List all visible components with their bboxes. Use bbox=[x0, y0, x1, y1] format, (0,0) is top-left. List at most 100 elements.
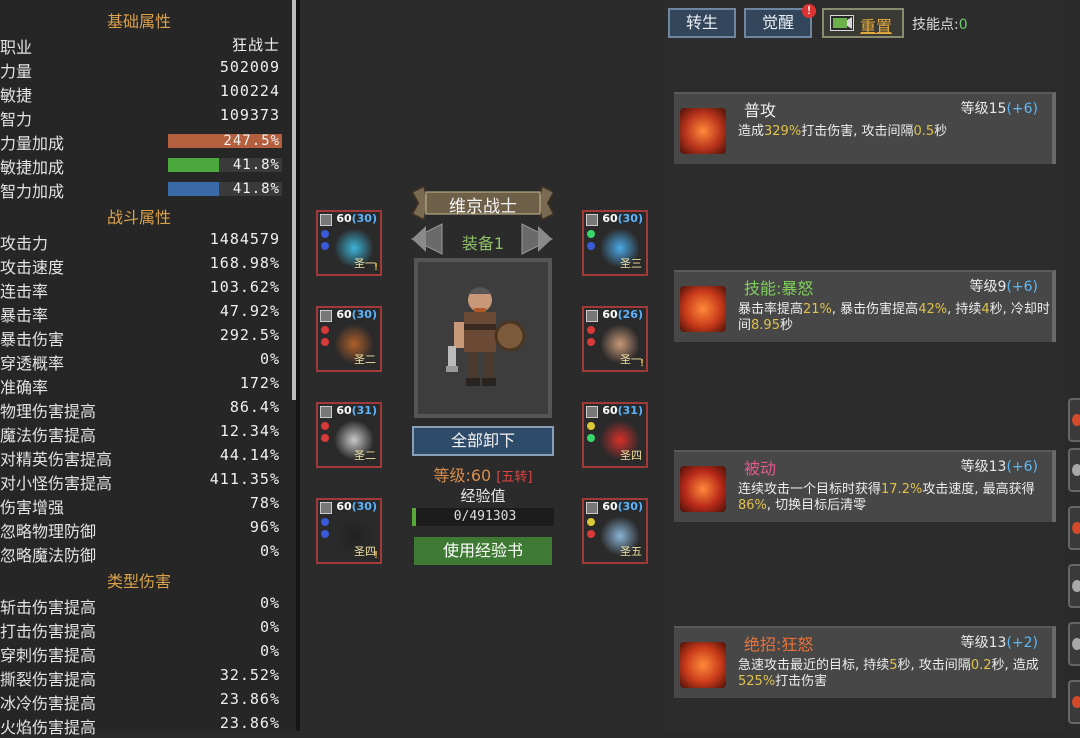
attribute-value: 0% bbox=[259, 642, 280, 660]
skill-icon bbox=[680, 108, 726, 154]
skill-points-value: 0 bbox=[958, 17, 968, 33]
equipment-slot[interactable]: 60(30) 圣四! bbox=[316, 498, 382, 564]
equipment-slot[interactable]: 60(30) 圣一! bbox=[316, 210, 382, 276]
attribute-label: 魔法伤害提高 bbox=[0, 426, 97, 445]
skill-icon bbox=[680, 286, 726, 332]
attribute-label: 对小怪伤害提高 bbox=[0, 474, 113, 493]
lock-icon bbox=[586, 310, 598, 322]
attribute-value: 0% bbox=[259, 594, 280, 612]
side-tab-5[interactable] bbox=[1068, 622, 1080, 666]
equip-set-label: 装备1 bbox=[461, 234, 505, 253]
battle-attributes-title: 战斗属性 bbox=[106, 208, 171, 227]
gem-icon bbox=[321, 518, 329, 526]
attribute-value: 100224 bbox=[219, 82, 280, 100]
slot-level: 60(31) bbox=[602, 404, 643, 417]
attribute-row: 穿刺伤害提高 0% bbox=[0, 640, 282, 665]
class-name: 维京战士 bbox=[449, 197, 517, 217]
skill-description: 暴击率提高21%, 暴击伤害提高42%, 持续4秒, 冷却时间8.95秒 bbox=[738, 302, 1050, 333]
attribute-value: 32.52% bbox=[219, 666, 280, 684]
side-tab-3[interactable] bbox=[1068, 506, 1080, 550]
attribute-value: 411.35% bbox=[209, 470, 280, 488]
character-portrait bbox=[414, 258, 552, 418]
attribute-label: 伤害增强 bbox=[0, 498, 65, 517]
slot-level: 60(30) bbox=[336, 500, 377, 513]
attribute-row: 伤害增强 78% bbox=[0, 492, 282, 517]
side-tab-2[interactable] bbox=[1068, 448, 1080, 492]
attribute-row: 忽略物理防御 96% bbox=[0, 516, 282, 541]
slot-level: 60(30) bbox=[336, 308, 377, 321]
slot-grade: 圣三 bbox=[620, 257, 642, 270]
prev-set-arrow-icon[interactable] bbox=[408, 222, 446, 256]
lock-icon bbox=[586, 502, 598, 514]
side-tab-6[interactable] bbox=[1068, 680, 1080, 724]
viking-warrior-icon bbox=[418, 262, 548, 414]
equipment-slot[interactable]: 60(31) 圣二 bbox=[316, 402, 382, 468]
equipment-slot[interactable]: 60(30) 圣五 bbox=[582, 498, 648, 564]
attribute-label: 暴击率 bbox=[0, 306, 49, 325]
skill-description: 急速攻击最近的目标, 持续5秒, 攻击间隔0.2秒, 造成525%打击伤害 bbox=[738, 658, 1039, 689]
attribute-label: 敏捷 bbox=[0, 86, 33, 105]
skill-name: 绝招:狂怒 bbox=[744, 635, 814, 654]
attribute-value: 23.86% bbox=[219, 714, 280, 732]
attribute-row: 准确率 172% bbox=[0, 372, 282, 397]
next-set-arrow-icon[interactable] bbox=[518, 222, 556, 256]
attribute-value: 0% bbox=[259, 618, 280, 636]
rebirth-button[interactable]: 转生 bbox=[668, 8, 736, 38]
skill-card[interactable]: 绝招:狂怒 等级13(+2) 急速攻击最近的目标, 持续5秒, 攻击间隔0.2秒, … bbox=[674, 626, 1056, 698]
attribute-value: 1484579 bbox=[209, 230, 280, 248]
attribute-row: 穿透概率 0% bbox=[0, 348, 282, 373]
attribute-row: 对精英伤害提高 44.14% bbox=[0, 444, 282, 469]
attribute-row: 撕裂伤害提高 32.52% bbox=[0, 664, 282, 689]
attribute-value: 172% bbox=[239, 374, 280, 392]
attribute-label: 物理伤害提高 bbox=[0, 402, 97, 421]
attribute-label: 火焰伤害提高 bbox=[0, 718, 97, 737]
attribute-row: 火焰伤害提高 23.86% bbox=[0, 712, 282, 737]
warning-icon: ! bbox=[372, 550, 379, 561]
attribute-value: 86.4% bbox=[229, 398, 280, 416]
bonus-bar: 41.8% bbox=[168, 181, 282, 197]
skill-name: 普攻 bbox=[744, 101, 777, 120]
unequip-all-button[interactable]: 全部卸下 bbox=[412, 426, 554, 456]
attribute-value: 0% bbox=[259, 542, 280, 560]
attribute-label: 撕裂伤害提高 bbox=[0, 670, 97, 689]
slot-grade: 圣二 bbox=[354, 353, 376, 366]
use-exp-book-button[interactable]: 使用经验书 bbox=[414, 537, 552, 565]
equipment-slot[interactable]: 60(30) 圣三 bbox=[582, 210, 648, 276]
lock-icon bbox=[320, 502, 332, 514]
skill-level: 等级13(+6) bbox=[960, 459, 1038, 475]
attribute-row: 敏捷 100224 bbox=[0, 80, 282, 105]
attribute-row: 暴击伤害 292.5% bbox=[0, 324, 282, 349]
equipment-slot[interactable]: 60(31) 圣四 bbox=[582, 402, 648, 468]
attribute-label: 职业 bbox=[0, 38, 33, 57]
skill-description: 连续攻击一个目标时获得17.2%攻击速度, 最高获得86%, 切换目标后清零 bbox=[738, 482, 1035, 513]
type-damage-title: 类型伤害 bbox=[106, 572, 171, 591]
slot-level: 60(31) bbox=[336, 404, 377, 417]
exp-label: 经验值 bbox=[460, 487, 506, 505]
equipment-slot[interactable]: 60(30) 圣二 bbox=[316, 306, 382, 372]
attribute-label: 忽略魔法防御 bbox=[0, 546, 97, 565]
skill-card[interactable]: 技能:暴怒 等级9(+6) 暴击率提高21%, 暴击伤害提高42%, 持续4秒, 冷… bbox=[674, 270, 1056, 342]
attribute-row: 连击率 103.62% bbox=[0, 276, 282, 301]
reset-button[interactable]: 重置 bbox=[822, 8, 904, 38]
skill-card[interactable]: 被动 等级13(+6) 连续攻击一个目标时获得17.2%攻击速度, 最高获得86%,… bbox=[674, 450, 1056, 522]
side-tab-1[interactable] bbox=[1068, 398, 1080, 442]
attribute-row: 敏捷加成 41.8% bbox=[0, 152, 282, 177]
side-tab-4[interactable] bbox=[1068, 564, 1080, 608]
lock-icon bbox=[320, 310, 332, 322]
attribute-row: 冰冷伤害提高 23.86% bbox=[0, 688, 282, 713]
attribute-label: 穿刺伤害提高 bbox=[0, 646, 97, 665]
lock-icon bbox=[320, 214, 332, 226]
bonus-value: 247.5% bbox=[223, 133, 280, 149]
skill-card[interactable]: 普攻 等级15(+6) 造成329%打击伤害, 攻击间隔0.5秒 bbox=[674, 92, 1056, 164]
attribute-row: 力量 502009 bbox=[0, 56, 282, 81]
attribute-value: 103.62% bbox=[209, 278, 280, 296]
skill-icon bbox=[680, 642, 726, 688]
attribute-label: 攻击速度 bbox=[0, 258, 65, 277]
gem-icon bbox=[321, 530, 329, 538]
equipment-slot[interactable]: 60(26) 圣一! bbox=[582, 306, 648, 372]
level-value: 等级:60 bbox=[433, 466, 492, 485]
gem-icon bbox=[587, 242, 595, 250]
skill-icon bbox=[680, 466, 726, 512]
bonus-bar: 41.8% bbox=[168, 157, 282, 173]
gem-icon bbox=[587, 230, 595, 238]
